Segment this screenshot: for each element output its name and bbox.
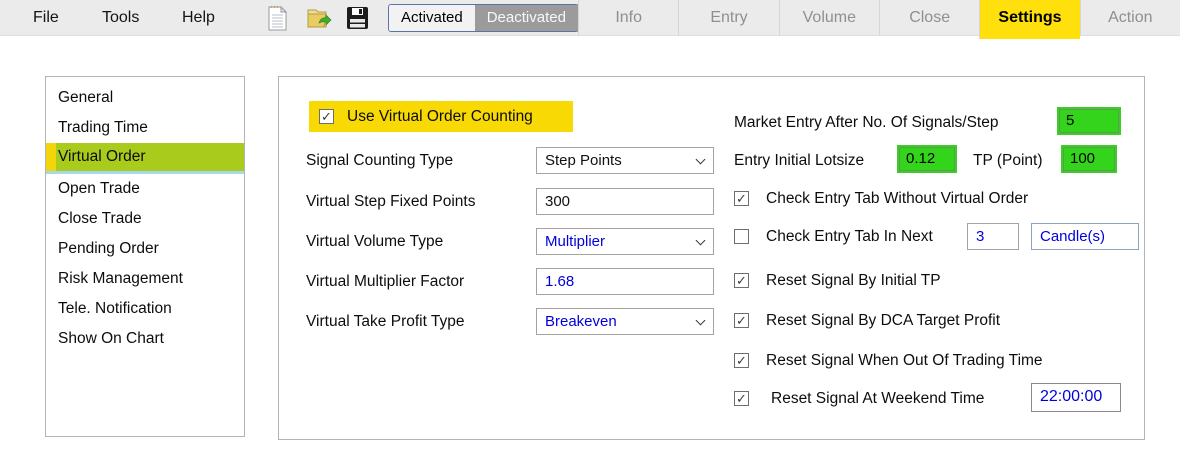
save-icon-glyph	[346, 7, 368, 29]
use-virtual-order-counting-label: Use Virtual Order Counting	[347, 108, 533, 125]
settings-sidebar: General Trading Time Virtual Order Open …	[45, 76, 245, 437]
virtual-step-fixed-points-label: Virtual Step Fixed Points	[306, 193, 476, 210]
chevron-down-icon	[695, 315, 706, 325]
entry-initial-lotsize-value: 0.12	[899, 147, 955, 171]
tab-action[interactable]: Action	[1079, 0, 1180, 36]
chevron-down-icon	[695, 235, 706, 245]
new-file-icon[interactable]	[264, 5, 290, 31]
tab-settings[interactable]: Settings	[979, 0, 1080, 39]
virtual-volume-type-value: Multiplier	[545, 233, 606, 250]
candles-unit-select[interactable]: Candle(s)	[1031, 223, 1139, 250]
virtual-volume-type-select[interactable]: Multiplier	[536, 228, 714, 255]
virtual-multiplier-factor-value: 1.68	[545, 273, 575, 290]
menu-help[interactable]: Help	[182, 0, 215, 36]
sidebar-item-close-trade[interactable]: Close Trade	[46, 204, 244, 234]
virtual-step-fixed-points-value: 300	[545, 193, 571, 210]
use-virtual-order-counting-row: ✓ Use Virtual Order Counting	[309, 101, 573, 132]
virtual-multiplier-factor-input[interactable]: 1.68	[536, 268, 714, 295]
entry-initial-lotsize-input[interactable]: 0.12	[897, 145, 957, 173]
sidebar-item-pending-order[interactable]: Pending Order	[46, 234, 244, 264]
signal-counting-type-value: Step Points	[545, 152, 622, 169]
market-entry-after-signals-value: 5	[1059, 109, 1119, 133]
deactivated-button[interactable]: Deactivated	[474, 5, 578, 31]
virtual-take-profit-type-select[interactable]: Breakeven	[536, 308, 714, 335]
tabstrip: Info Entry Volume Close Settings Action	[578, 0, 1180, 39]
activation-toggle: Activated Deactivated	[388, 4, 579, 32]
candles-unit-value: Candle(s)	[1040, 228, 1106, 245]
chevron-down-icon	[695, 154, 706, 164]
reset-signal-out-of-trading-time-checkbox[interactable]: ✓	[734, 353, 749, 368]
tab-volume[interactable]: Volume	[778, 0, 879, 36]
market-entry-after-signals-label: Market Entry After No. Of Signals/Step	[734, 114, 999, 131]
reset-signal-by-dca-target-profit-checkbox[interactable]: ✓	[734, 313, 749, 328]
signal-counting-type-select[interactable]: Step Points	[536, 147, 714, 174]
signal-counting-type-label: Signal Counting Type	[306, 152, 454, 169]
check-entry-tab-without-virtual-order-checkbox[interactable]: ✓	[734, 191, 749, 206]
check-entry-tab-in-next-value: 3	[976, 228, 985, 245]
check-entry-tab-in-next-checkbox[interactable]	[734, 229, 749, 244]
reset-signal-by-dca-target-profit-label: Reset Signal By DCA Target Profit	[766, 312, 1001, 329]
sidebar-item-tele-notification[interactable]: Tele. Notification	[46, 294, 244, 324]
sidebar-item-risk-management[interactable]: Risk Management	[46, 264, 244, 294]
save-icon[interactable]	[344, 5, 370, 31]
check-entry-tab-in-next-label: Check Entry Tab In Next	[766, 228, 933, 245]
market-entry-after-signals-input[interactable]: 5	[1057, 107, 1121, 135]
virtual-order-panel: ✓ Use Virtual Order Counting Signal Coun…	[278, 76, 1145, 440]
virtual-take-profit-type-value: Breakeven	[545, 313, 617, 330]
sidebar-item-show-on-chart[interactable]: Show On Chart	[46, 324, 244, 354]
virtual-take-profit-type-label: Virtual Take Profit Type	[306, 313, 465, 330]
weekend-time-input[interactable]: 22:00:00	[1031, 383, 1121, 412]
reset-signal-out-of-trading-time-label: Reset Signal When Out Of Trading Time	[766, 352, 1043, 369]
tab-close[interactable]: Close	[878, 0, 979, 36]
reset-signal-at-weekend-time-label: Reset Signal At Weekend Time	[771, 390, 985, 407]
sidebar-item-general[interactable]: General	[46, 83, 244, 113]
sidebar-item-trading-time[interactable]: Trading Time	[46, 113, 244, 143]
tp-point-input[interactable]: 100	[1061, 145, 1117, 173]
tp-point-label: TP (Point)	[973, 152, 1043, 169]
entry-initial-lotsize-label: Entry Initial Lotsize	[734, 152, 865, 169]
virtual-step-fixed-points-input[interactable]: 300	[536, 188, 714, 215]
tp-point-value: 100	[1063, 147, 1115, 171]
reset-signal-by-initial-tp-checkbox[interactable]: ✓	[734, 273, 749, 288]
tab-info[interactable]: Info	[578, 0, 678, 36]
open-file-icon-glyph	[307, 9, 332, 28]
sidebar-item-virtual-order[interactable]: Virtual Order	[46, 143, 244, 174]
menu-tools[interactable]: Tools	[102, 0, 139, 36]
menu-file[interactable]: File	[33, 0, 59, 36]
new-file-icon-glyph	[268, 5, 287, 31]
activated-button[interactable]: Activated	[389, 5, 475, 31]
use-virtual-order-counting-checkbox[interactable]: ✓	[319, 109, 334, 124]
open-file-icon[interactable]	[306, 5, 332, 31]
check-entry-tab-without-virtual-order-label: Check Entry Tab Without Virtual Order	[766, 190, 1029, 207]
virtual-multiplier-factor-label: Virtual Multiplier Factor	[306, 273, 465, 290]
sidebar-item-open-trade[interactable]: Open Trade	[46, 174, 244, 204]
weekend-time-value: 22:00:00	[1040, 388, 1103, 405]
reset-signal-by-initial-tp-label: Reset Signal By Initial TP	[766, 272, 941, 289]
tab-entry[interactable]: Entry	[678, 0, 778, 36]
virtual-volume-type-label: Virtual Volume Type	[306, 233, 444, 250]
reset-signal-at-weekend-time-checkbox[interactable]: ✓	[734, 391, 749, 406]
check-entry-tab-in-next-input[interactable]: 3	[967, 223, 1019, 250]
menubar: File Tools Help Activated Deactivated In	[0, 0, 1180, 39]
